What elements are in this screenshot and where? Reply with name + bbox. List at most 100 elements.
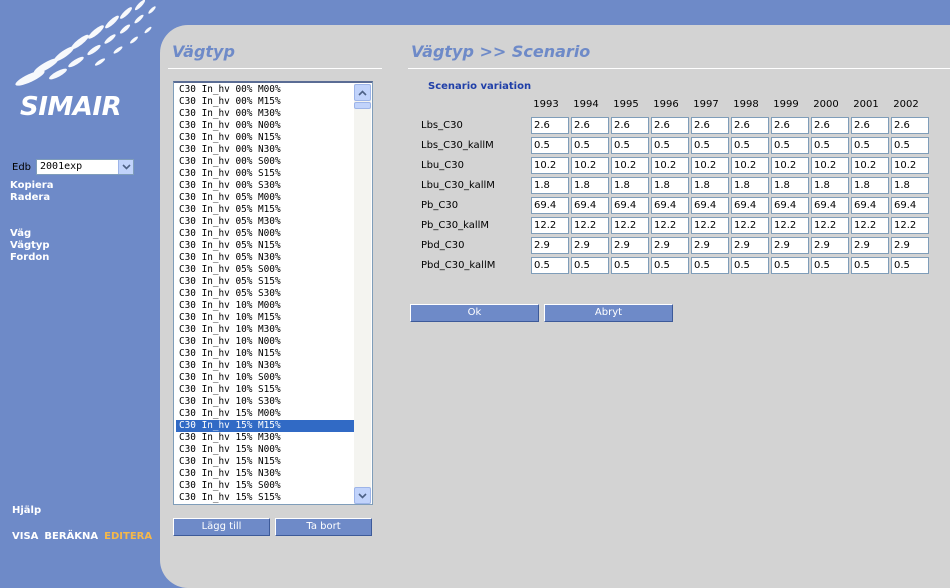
- list-item[interactable]: C30 In_hv 15% N00%: [176, 444, 354, 456]
- value-input[interactable]: 2.9: [571, 237, 609, 254]
- value-input[interactable]: 1.8: [571, 177, 609, 194]
- value-input[interactable]: 1.8: [891, 177, 929, 194]
- scroll-up-button[interactable]: [354, 84, 371, 101]
- value-input[interactable]: 12.2: [731, 217, 769, 234]
- value-input[interactable]: 0.5: [651, 137, 689, 154]
- value-input[interactable]: 12.2: [771, 217, 809, 234]
- nav-vag[interactable]: Väg: [10, 228, 31, 239]
- value-input[interactable]: 0.5: [611, 137, 649, 154]
- value-input[interactable]: 10.2: [731, 157, 769, 174]
- value-input[interactable]: 10.2: [571, 157, 609, 174]
- list-item[interactable]: C30 In_hv 10% M30%: [176, 324, 354, 336]
- value-input[interactable]: 0.5: [531, 137, 569, 154]
- value-input[interactable]: 2.6: [611, 117, 649, 134]
- list-item[interactable]: C30 In_hv 10% N30%: [176, 360, 354, 372]
- list-item[interactable]: C30 In_hv 05% N00%: [176, 228, 354, 240]
- chevron-down-icon[interactable]: [118, 160, 134, 174]
- value-input[interactable]: 0.5: [691, 137, 729, 154]
- help-link[interactable]: Hjälp: [12, 505, 41, 516]
- list-item[interactable]: C30 In_hv 10% S00%: [176, 372, 354, 384]
- value-input[interactable]: 0.5: [811, 257, 849, 274]
- value-input[interactable]: 2.6: [531, 117, 569, 134]
- list-item[interactable]: C30 In_hv 00% M30%: [176, 108, 354, 120]
- list-item[interactable]: C30 In_hv 00% S15%: [176, 168, 354, 180]
- value-input[interactable]: 2.9: [531, 237, 569, 254]
- value-input[interactable]: 10.2: [811, 157, 849, 174]
- list-item[interactable]: C30 In_hv 15% M15%: [176, 420, 354, 432]
- value-input[interactable]: 2.9: [891, 237, 929, 254]
- value-input[interactable]: 12.2: [851, 217, 889, 234]
- value-input[interactable]: 69.4: [851, 197, 889, 214]
- list-item[interactable]: C30 In_hv 00% M15%: [176, 96, 354, 108]
- list-item[interactable]: C30 In_hv 15% N15%: [176, 456, 354, 468]
- value-input[interactable]: 0.5: [531, 257, 569, 274]
- value-input[interactable]: 12.2: [571, 217, 609, 234]
- list-item[interactable]: C30 In_hv 05% N30%: [176, 252, 354, 264]
- add-button[interactable]: Lägg till: [173, 518, 270, 536]
- value-input[interactable]: 69.4: [691, 197, 729, 214]
- list-item[interactable]: C30 In_hv 10% N00%: [176, 336, 354, 348]
- mode-visa[interactable]: VISA: [12, 531, 38, 542]
- link-kopiera[interactable]: Kopiera: [10, 180, 54, 191]
- value-input[interactable]: 0.5: [771, 137, 809, 154]
- value-input[interactable]: 0.5: [691, 257, 729, 274]
- value-input[interactable]: 2.6: [571, 117, 609, 134]
- value-input[interactable]: 12.2: [611, 217, 649, 234]
- value-input[interactable]: 1.8: [851, 177, 889, 194]
- value-input[interactable]: 0.5: [771, 257, 809, 274]
- list-item[interactable]: C30 In_hv 05% S00%: [176, 264, 354, 276]
- value-input[interactable]: 2.6: [651, 117, 689, 134]
- list-item[interactable]: C30 In_hv 05% M00%: [176, 192, 354, 204]
- value-input[interactable]: 2.6: [731, 117, 769, 134]
- list-item[interactable]: C30 In_hv 00% S30%: [176, 180, 354, 192]
- value-input[interactable]: 1.8: [771, 177, 809, 194]
- list-item[interactable]: C30 In_hv 10% M15%: [176, 312, 354, 324]
- list-scrollbar[interactable]: [354, 84, 371, 504]
- list-item[interactable]: C30 In_hv 05% N15%: [176, 240, 354, 252]
- value-input[interactable]: 0.5: [851, 257, 889, 274]
- value-input[interactable]: 12.2: [651, 217, 689, 234]
- value-input[interactable]: 2.6: [891, 117, 929, 134]
- list-item[interactable]: C30 In_hv 10% S15%: [176, 384, 354, 396]
- value-input[interactable]: 0.5: [611, 257, 649, 274]
- list-item[interactable]: C30 In_hv 05% M30%: [176, 216, 354, 228]
- value-input[interactable]: 2.6: [811, 117, 849, 134]
- list-item[interactable]: C30 In_hv 00% M00%: [176, 84, 354, 96]
- value-input[interactable]: 0.5: [891, 137, 929, 154]
- list-item[interactable]: C30 In_hv 00% N30%: [176, 144, 354, 156]
- list-item[interactable]: C30 In_hv 15% M30%: [176, 432, 354, 444]
- value-input[interactable]: 0.5: [571, 137, 609, 154]
- list-item[interactable]: C30 In_hv 00% N15%: [176, 132, 354, 144]
- value-input[interactable]: 1.8: [611, 177, 649, 194]
- value-input[interactable]: 2.9: [611, 237, 649, 254]
- value-input[interactable]: 12.2: [531, 217, 569, 234]
- value-input[interactable]: 0.5: [851, 137, 889, 154]
- value-input[interactable]: 2.9: [691, 237, 729, 254]
- value-input[interactable]: 69.4: [771, 197, 809, 214]
- value-input[interactable]: 1.8: [731, 177, 769, 194]
- value-input[interactable]: 10.2: [771, 157, 809, 174]
- list-item[interactable]: C30 In_hv 10% M00%: [176, 300, 354, 312]
- value-input[interactable]: 10.2: [691, 157, 729, 174]
- value-input[interactable]: 2.6: [691, 117, 729, 134]
- list-item[interactable]: C30 In_hv 05% S15%: [176, 276, 354, 288]
- value-input[interactable]: 0.5: [811, 137, 849, 154]
- value-input[interactable]: 69.4: [811, 197, 849, 214]
- value-input[interactable]: 1.8: [691, 177, 729, 194]
- vagtyp-listbox[interactable]: C30 In_hv 00% M00% C30 In_hv 00% M15% C30 …: [173, 81, 373, 505]
- value-input[interactable]: 10.2: [611, 157, 649, 174]
- value-input[interactable]: 2.9: [651, 237, 689, 254]
- value-input[interactable]: 12.2: [691, 217, 729, 234]
- value-input[interactable]: 0.5: [651, 257, 689, 274]
- value-input[interactable]: 0.5: [731, 257, 769, 274]
- value-input[interactable]: 0.5: [731, 137, 769, 154]
- value-input[interactable]: 12.2: [891, 217, 929, 234]
- value-input[interactable]: 2.9: [731, 237, 769, 254]
- value-input[interactable]: 69.4: [611, 197, 649, 214]
- cancel-button[interactable]: Abryt: [544, 304, 673, 322]
- link-radera[interactable]: Radera: [10, 192, 50, 203]
- value-input[interactable]: 69.4: [731, 197, 769, 214]
- mode-editera[interactable]: EDITERA: [104, 531, 152, 542]
- value-input[interactable]: 69.4: [531, 197, 569, 214]
- value-input[interactable]: 0.5: [891, 257, 929, 274]
